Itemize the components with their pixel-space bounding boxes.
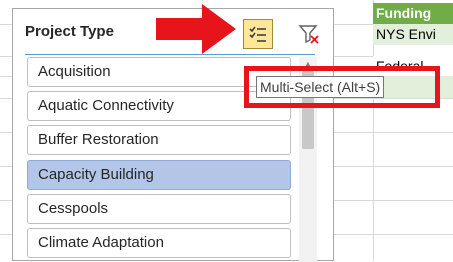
tooltip-highlight-box (244, 66, 440, 108)
slicer-item-cesspools[interactable]: Cesspools (27, 194, 291, 224)
slicer-header-divider (25, 54, 315, 55)
slicer-item-buffer-restoration[interactable]: Buffer Restoration (27, 125, 291, 155)
clear-filter-icon (298, 25, 319, 44)
slicer-item-climate-adaptation[interactable]: Climate Adaptation (27, 228, 291, 258)
red-arrow-annotation (156, 4, 236, 54)
funding-column-header[interactable]: Funding (373, 3, 453, 24)
slicer-title: Project Type (25, 23, 114, 40)
multi-select-icon (249, 26, 266, 42)
funding-cell[interactable]: NYS Envi (373, 24, 453, 45)
clear-filter-button[interactable] (296, 21, 322, 47)
multi-select-button[interactable] (243, 19, 273, 49)
slicer-item-capacity-building[interactable]: Capacity Building (27, 160, 291, 190)
